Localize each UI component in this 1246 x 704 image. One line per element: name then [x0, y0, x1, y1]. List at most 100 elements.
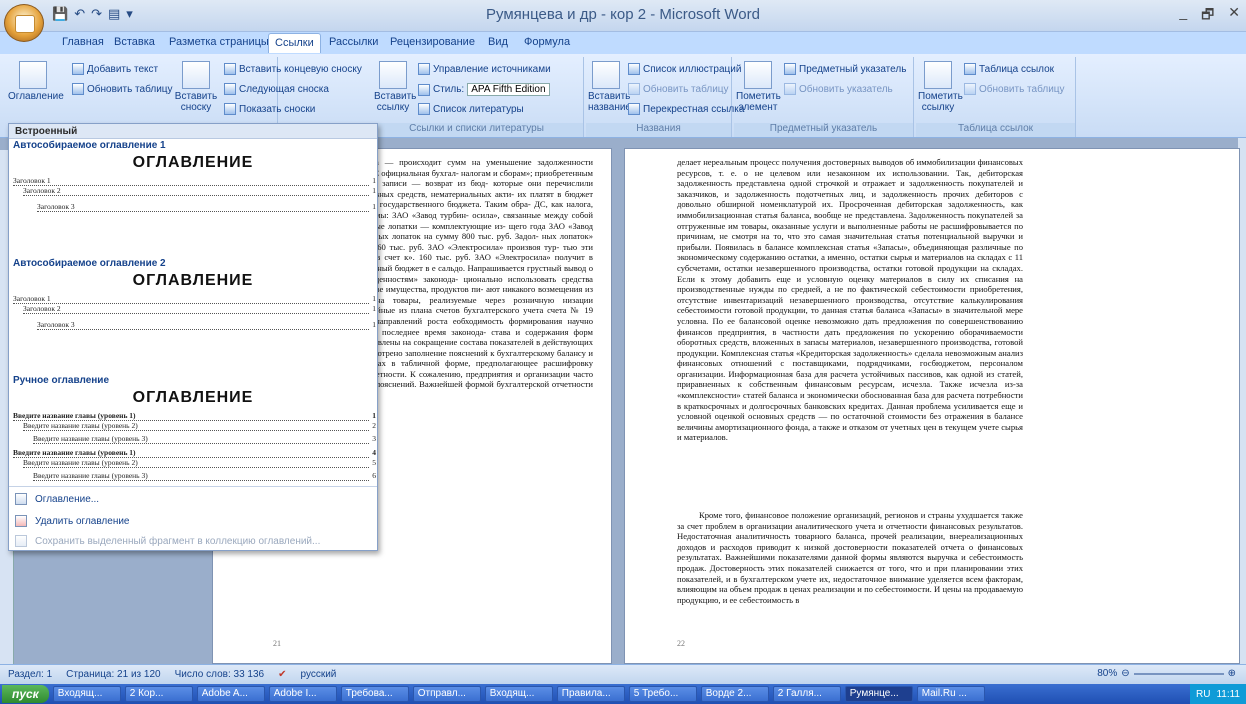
taskbar-item[interactable]: Отправл...: [412, 686, 481, 702]
tab-view[interactable]: Вид: [488, 36, 508, 48]
taskbar-item[interactable]: 5 Требо...: [628, 686, 697, 702]
insert-index-label: Предметный указатель: [799, 63, 907, 75]
mark-entry-icon: [744, 61, 772, 89]
window-controls: _ 🗗 ✕: [1179, 4, 1240, 28]
update-toa-button[interactable]: Обновить таблицу: [964, 83, 1065, 95]
toc-option-name: Автособираемое оглавление 2: [9, 258, 377, 269]
style-select[interactable]: Стиль: APA Fifth Edition: [418, 83, 550, 96]
office-logo-icon: [15, 15, 35, 33]
add-text-label: Добавить текст: [87, 63, 159, 75]
zoom-in-icon[interactable]: ⊕: [1228, 668, 1236, 679]
toc-preview-heading: ОГЛАВЛЕНИЕ: [132, 272, 254, 289]
insert-citation-button[interactable]: Вставить ссылку: [374, 61, 416, 113]
list-figures-button[interactable]: Список иллюстраций: [628, 63, 741, 75]
taskbar-item[interactable]: 2 Галля...: [772, 686, 841, 702]
menu-remove-toc[interactable]: Удалить оглавление: [9, 510, 377, 532]
taskbar-item[interactable]: Ворде 2...: [700, 686, 769, 702]
update-toa-label: Обновить таблицу: [979, 83, 1065, 95]
insert-index-button[interactable]: Предметный указатель: [784, 63, 906, 75]
tray-language[interactable]: RU: [1196, 689, 1210, 700]
toc-option-manual[interactable]: Ручное оглавление ОГЛАВЛЕНИЕ Введите наз…: [9, 375, 377, 485]
page-22-paragraph-1: делает нереальным процесс получения дост…: [677, 157, 1023, 443]
manage-sources-button[interactable]: Управление источниками: [418, 63, 551, 75]
insert-toa-label: Таблица ссылок: [979, 63, 1055, 75]
style-icon: [418, 83, 430, 96]
restore-button[interactable]: 🗗: [1201, 4, 1214, 28]
taskbar-item[interactable]: Adobe A...: [196, 686, 265, 702]
insert-caption-button[interactable]: Вставить название: [588, 61, 631, 113]
menu-save-selection[interactable]: Сохранить выделенный фрагмент в коллекци…: [9, 530, 377, 552]
style-value[interactable]: APA Fifth Edition: [467, 83, 550, 96]
cross-reference-button[interactable]: Перекрестная ссылка: [628, 103, 744, 115]
zoom-control: 80% ⊖ ⊕: [1097, 668, 1236, 679]
tab-insert[interactable]: Вставка: [114, 36, 155, 48]
add-text-icon: [72, 63, 84, 75]
tab-home[interactable]: Главная: [62, 36, 104, 48]
captions-group-label: Названия: [586, 123, 731, 137]
update-figures-button[interactable]: Обновить таблицу: [628, 83, 729, 95]
tab-references[interactable]: Ссылки: [268, 33, 321, 53]
taskbar-item[interactable]: Правила...: [556, 686, 625, 702]
menu-toc-dialog[interactable]: Оглавление...: [9, 488, 377, 510]
remove-toc-icon: [15, 515, 27, 527]
update-toc-icon: [72, 83, 84, 95]
footnote-icon: [182, 61, 210, 89]
update-toc-button[interactable]: Обновить таблицу: [72, 83, 173, 95]
status-page[interactable]: Страница: 21 из 120: [66, 669, 160, 680]
show-notes-button[interactable]: Показать сноски: [224, 103, 315, 115]
update-toa-icon: [964, 83, 976, 95]
update-index-button[interactable]: Обновить указатель: [784, 83, 893, 95]
toc-button[interactable]: Оглавление: [8, 61, 64, 102]
insert-endnote-button[interactable]: Вставить концевую сноску: [224, 63, 362, 75]
office-button[interactable]: [4, 4, 44, 42]
list-figures-icon: [628, 63, 640, 75]
citations-group-label: Ссылки и списки литературы: [370, 123, 583, 137]
taskbar-item[interactable]: Adobe I...: [268, 686, 337, 702]
taskbar-item[interactable]: Требова...: [340, 686, 409, 702]
taskbar-item[interactable]: Входящ...: [484, 686, 553, 702]
add-text-button[interactable]: Добавить текст: [72, 63, 158, 75]
menu-toc-dialog-label: Оглавление...: [35, 493, 100, 505]
status-section[interactable]: Раздел: 1: [8, 669, 52, 680]
toc-line: Введите название главы (уровень 3) 3: [33, 434, 376, 444]
cross-reference-label: Перекрестная ссылка: [643, 103, 745, 115]
tab-review[interactable]: Рецензирование: [390, 36, 475, 48]
mark-citation-button[interactable]: Пометить ссылку: [918, 61, 963, 113]
mark-citation-label: Пометить ссылку: [918, 91, 963, 113]
tab-formula[interactable]: Формула: [524, 36, 570, 48]
bibliography-button[interactable]: Список литературы: [418, 103, 524, 115]
group-toa: Пометить ссылку Таблица ссылок Обновить …: [916, 57, 1076, 137]
toc-option-auto-1[interactable]: Автособираемое оглавление 1 ОГЛАВЛЕНИЕ З…: [9, 140, 377, 250]
toc-line: Заголовок 21: [23, 186, 376, 196]
mark-entry-button[interactable]: Пометить элемент: [736, 61, 781, 113]
status-language[interactable]: русский: [301, 669, 337, 680]
spelling-icon[interactable]: ✔: [278, 669, 286, 680]
status-words[interactable]: Число слов: 33 136: [175, 669, 265, 680]
show-notes-label: Показать сноски: [239, 103, 316, 115]
next-footnote-button[interactable]: Следующая сноска: [224, 83, 329, 95]
close-button[interactable]: ✕: [1228, 4, 1240, 28]
zoom-level[interactable]: 80%: [1097, 668, 1117, 679]
insert-footnote-button[interactable]: Вставить сноску: [174, 61, 218, 113]
minimize-button[interactable]: _: [1179, 4, 1187, 28]
window-title: Румянцева и др - кор 2 - Microsoft Word: [486, 6, 760, 23]
taskbar-item[interactable]: Mail.Ru ...: [916, 686, 985, 702]
next-footnote-icon: [224, 83, 236, 95]
start-button[interactable]: пуск: [2, 685, 49, 703]
taskbar-item[interactable]: Румянце...: [844, 686, 913, 702]
menu-save-selection-label: Сохранить выделенный фрагмент в коллекци…: [35, 535, 321, 547]
document-page-22[interactable]: делает нереальным процесс получения дост…: [624, 148, 1240, 664]
gallery-header: Встроенный: [9, 124, 377, 139]
cross-reference-icon: [628, 103, 640, 115]
taskbar-item[interactable]: Входящ...: [52, 686, 121, 702]
tab-page-layout[interactable]: Разметка страницы: [169, 36, 269, 48]
insert-toa-button[interactable]: Таблица ссылок: [964, 63, 1054, 75]
toc-option-auto-2[interactable]: Автособираемое оглавление 2 ОГЛАВЛЕНИЕ З…: [9, 258, 377, 368]
tray-clock: 11:11: [1216, 688, 1240, 700]
toc-preview-heading: ОГЛАВЛЕНИЕ: [132, 389, 254, 406]
zoom-slider[interactable]: [1133, 672, 1224, 675]
zoom-out-icon[interactable]: ⊖: [1121, 668, 1129, 679]
toc-icon: [19, 61, 47, 89]
tab-mailings[interactable]: Рассылки: [329, 36, 378, 48]
taskbar-item[interactable]: 2 Кор...: [124, 686, 193, 702]
